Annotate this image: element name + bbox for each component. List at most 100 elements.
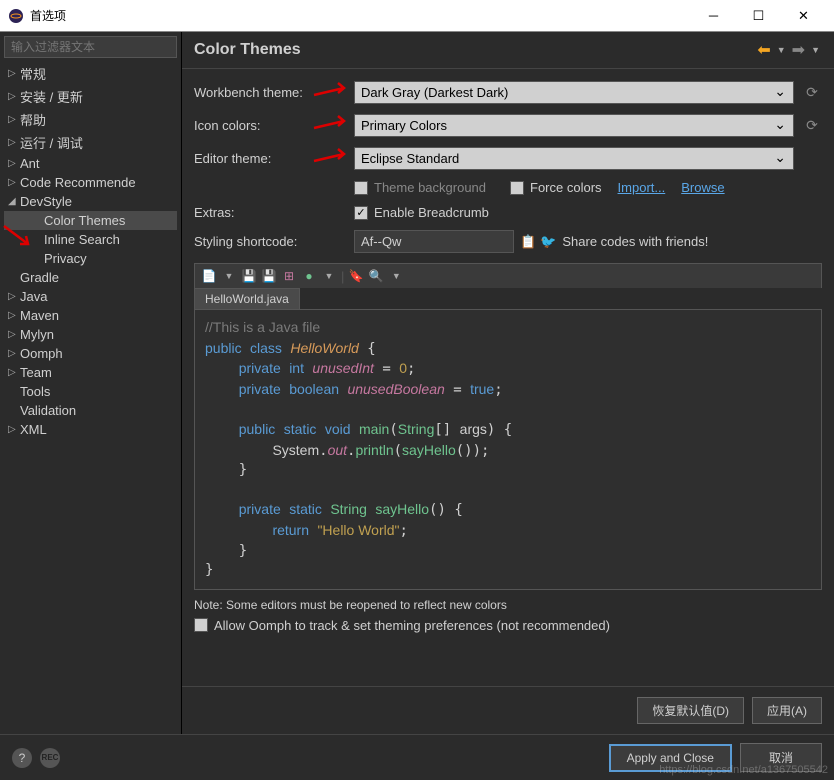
tree-item[interactable]: ▷帮助 xyxy=(4,108,177,131)
tree-item[interactable]: ▷Code Recommende xyxy=(4,173,177,192)
tree-item[interactable]: ▷运行 / 调试 xyxy=(4,131,177,154)
force-colors-checkbox[interactable] xyxy=(510,181,524,195)
tree-item[interactable]: ▷Mylyn xyxy=(4,325,177,344)
editor-theme-select[interactable]: Eclipse Standard xyxy=(354,147,794,170)
tree-item[interactable]: Privacy xyxy=(4,249,177,268)
expand-arrow-icon: ◢ xyxy=(8,196,20,207)
editor-preview: //This is a Java file public class Hello… xyxy=(194,309,822,590)
enable-breadcrumb-label: Enable Breadcrumb xyxy=(374,205,489,220)
package-icon[interactable]: ⊞ xyxy=(281,268,297,284)
minimize-button[interactable]: ─ xyxy=(691,1,736,31)
refresh-icon[interactable]: ⟳ xyxy=(802,84,822,101)
tree-item[interactable]: ◢DevStyle xyxy=(4,192,177,211)
content-body: Workbench theme: Dark Gray (Darkest Dark… xyxy=(182,69,834,686)
expand-arrow-icon: ▷ xyxy=(8,91,20,102)
tree-item-label: XML xyxy=(20,422,47,437)
filter-input[interactable] xyxy=(4,36,177,58)
bookmark-icon[interactable]: 🔖 xyxy=(348,268,364,284)
tree-item-label: DevStyle xyxy=(20,194,72,209)
tree-item-label: Ant xyxy=(20,156,40,171)
force-colors-label: Force colors xyxy=(530,180,602,195)
titlebar: 首选项 ─ ☐ ✕ xyxy=(0,0,834,32)
tree-item[interactable]: ▷Ant xyxy=(4,154,177,173)
chevron-down-icon[interactable]: ▼ xyxy=(221,268,237,284)
run-icon[interactable]: ● xyxy=(301,268,317,284)
tree-item[interactable]: Gradle xyxy=(4,268,177,287)
rec-icon[interactable]: REC xyxy=(40,748,60,768)
tree-item-label: Maven xyxy=(20,308,59,323)
new-icon[interactable]: 📄 xyxy=(201,268,217,284)
workbench-theme-label: Workbench theme: xyxy=(194,85,354,100)
tree-item-label: Privacy xyxy=(44,251,87,266)
eclipse-icon xyxy=(8,8,24,24)
close-button[interactable]: ✕ xyxy=(781,1,826,31)
browse-link[interactable]: Browse xyxy=(681,180,724,195)
tree-item[interactable]: ▷Java xyxy=(4,287,177,306)
expand-arrow-icon: ▷ xyxy=(8,137,20,148)
back-dropdown-icon[interactable]: ▼ xyxy=(775,45,788,55)
tree-item[interactable]: Tools xyxy=(4,382,177,401)
maximize-button[interactable]: ☐ xyxy=(736,1,781,31)
tree-item-label: Inline Search xyxy=(44,232,120,247)
tree-item[interactable]: Color Themes xyxy=(4,211,177,230)
expand-arrow-icon: ▷ xyxy=(8,158,20,169)
expand-arrow-icon: ▷ xyxy=(8,424,20,435)
tree-item[interactable]: ▷常规 xyxy=(4,62,177,85)
save-icon[interactable]: 💾 xyxy=(241,268,257,284)
tree-item[interactable]: ▷XML xyxy=(4,420,177,439)
theme-background-checkbox[interactable] xyxy=(354,181,368,195)
expand-arrow-icon: ▷ xyxy=(8,329,20,340)
cancel-button[interactable]: 取消 xyxy=(740,743,822,772)
expand-arrow-icon: ▷ xyxy=(8,291,20,302)
editor-tab[interactable]: HelloWorld.java xyxy=(194,288,300,309)
tree-item-label: Mylyn xyxy=(20,327,54,342)
tree-item-label: Tools xyxy=(20,384,50,399)
tree-item-label: Team xyxy=(20,365,52,380)
tree-item[interactable]: ▷安装 / 更新 xyxy=(4,85,177,108)
editor-theme-label: Editor theme: xyxy=(194,151,354,166)
tree-item[interactable]: ▷Team xyxy=(4,363,177,382)
extras-label: Extras: xyxy=(194,205,354,220)
content-footer: 恢复默认值(D) 应用(A) xyxy=(182,686,834,734)
chevron-down-icon[interactable]: ▼ xyxy=(388,268,404,284)
tree-item-label: Code Recommende xyxy=(20,175,136,190)
tree-item-label: 运行 / 调试 xyxy=(20,133,83,152)
clipboard-icon[interactable]: 📋 xyxy=(520,234,536,250)
refresh-icon[interactable]: ⟳ xyxy=(802,117,822,134)
tree-item-label: Gradle xyxy=(20,270,59,285)
nav-arrows: ⬅ ▼ ➡ ▼ xyxy=(755,40,822,60)
forward-dropdown-icon[interactable]: ▼ xyxy=(809,45,822,55)
window-buttons: ─ ☐ ✕ xyxy=(691,1,826,31)
back-arrow-icon[interactable]: ⬅ xyxy=(755,40,772,60)
twitter-icon[interactable]: 🐦 xyxy=(540,234,556,250)
shortcode-label: Styling shortcode: xyxy=(194,234,354,249)
import-link[interactable]: Import... xyxy=(618,180,666,195)
search-icon[interactable]: 🔍 xyxy=(368,268,384,284)
save-all-icon[interactable]: 💾 xyxy=(261,268,277,284)
expand-arrow-icon: ▷ xyxy=(8,367,20,378)
tree-item[interactable]: ▷Oomph xyxy=(4,344,177,363)
shortcode-input[interactable] xyxy=(354,230,514,253)
tree-item[interactable]: ▷Maven xyxy=(4,306,177,325)
icon-colors-select[interactable]: Primary Colors xyxy=(354,114,794,137)
tree-item-label: 常规 xyxy=(20,64,46,83)
preferences-tree: ▷常规▷安装 / 更新▷帮助▷运行 / 调试▷Ant▷Code Recommen… xyxy=(4,62,177,730)
expand-arrow-icon: ▷ xyxy=(8,310,20,321)
oomph-checkbox[interactable] xyxy=(194,618,208,632)
bottom-bar: ? REC Apply and Close 取消 xyxy=(0,734,834,780)
tree-item-label: Validation xyxy=(20,403,76,418)
forward-arrow-icon[interactable]: ➡ xyxy=(790,40,807,60)
apply-and-close-button[interactable]: Apply and Close xyxy=(609,744,732,772)
chevron-down-icon[interactable]: ▼ xyxy=(321,268,337,284)
tree-item-label: 帮助 xyxy=(20,110,46,129)
help-icon[interactable]: ? xyxy=(12,748,32,768)
tree-item[interactable]: Inline Search xyxy=(4,230,177,249)
workbench-theme-select[interactable]: Dark Gray (Darkest Dark) xyxy=(354,81,794,104)
enable-breadcrumb-checkbox[interactable] xyxy=(354,206,368,220)
tree-item[interactable]: Validation xyxy=(4,401,177,420)
expand-arrow-icon: ▷ xyxy=(8,177,20,188)
apply-button[interactable]: 应用(A) xyxy=(752,697,822,724)
editor-toolbar: 📄 ▼ 💾 💾 ⊞ ● ▼ | 🔖 🔍 ▼ xyxy=(194,263,822,288)
restore-defaults-button[interactable]: 恢复默认值(D) xyxy=(637,697,744,724)
theme-background-label: Theme background xyxy=(374,180,486,195)
